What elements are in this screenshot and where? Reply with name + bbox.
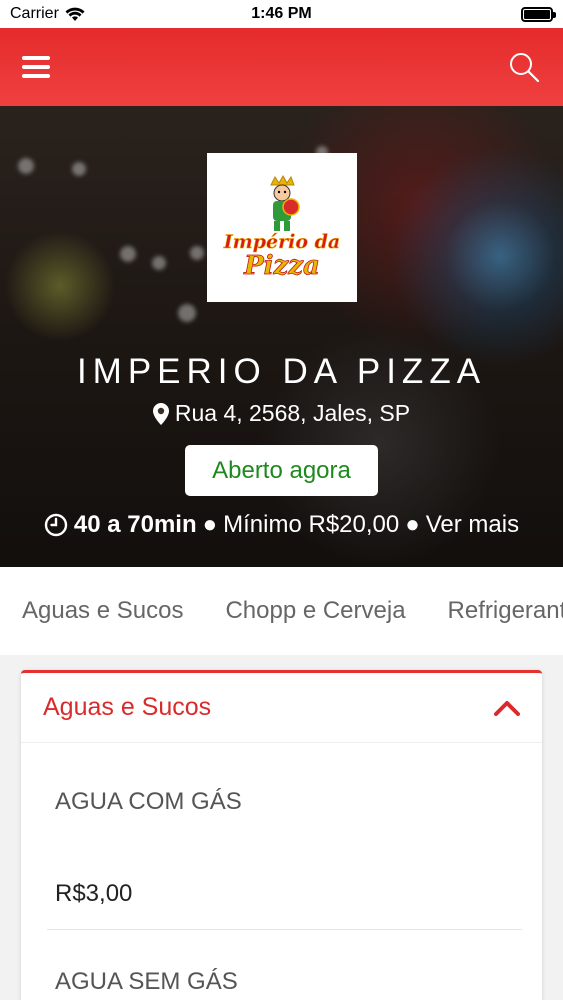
tab-aguas-e-sucos[interactable]: Aguas e Sucos [22, 597, 183, 625]
status-bar: Carrier 1:46 PM [0, 0, 563, 28]
carrier-label: Carrier [10, 5, 59, 22]
location-pin-icon [152, 402, 169, 425]
clock-icon [44, 513, 68, 537]
bullet-separator: ● [202, 511, 218, 538]
item-price: R$3,00 [55, 880, 133, 907]
open-status-badge: Aberto agora [185, 445, 378, 496]
item-name: AGUA SEM GÁS [55, 968, 238, 995]
address-text: Rua 4, 2568, Jales, SP [174, 400, 411, 426]
category-tabs: Aguas e Sucos Chopp e Cerveja Refrigeran… [0, 567, 563, 655]
bullet-separator: ● [405, 511, 420, 538]
app-header [0, 28, 563, 106]
see-more-link[interactable]: Ver mais [426, 511, 519, 539]
wifi-icon [65, 7, 85, 21]
delivery-info: 40 a 70min ● Mínimo R$20,00 ● Ver mais [0, 511, 563, 539]
item-name: AGUA COM GÁS [55, 788, 242, 815]
tab-refrigerantes[interactable]: Refrigerantes [448, 597, 563, 625]
section-header[interactable]: Aguas e Sucos [21, 673, 542, 743]
battery-icon [521, 6, 556, 22]
search-icon[interactable] [507, 50, 541, 84]
mascot-icon [270, 174, 300, 231]
menu-item[interactable]: AGUA SEM GÁS [21, 930, 542, 996]
restaurant-name: IMPERIO DA PIZZA [76, 352, 487, 391]
section-title: Aguas e Sucos [43, 693, 212, 721]
tab-chopp-e-cerveja[interactable]: Chopp e Cerveja [225, 597, 405, 625]
restaurant-logo: Império da Pizza [207, 153, 357, 302]
status-left: Carrier [10, 5, 85, 23]
chevron-up-icon[interactable] [494, 700, 520, 716]
logo-wordmark: Império da Pizza [223, 230, 341, 281]
logo-line-1: Império da [223, 230, 341, 253]
delivery-time: 40 a 70min [73, 511, 197, 538]
hamburger-menu-icon[interactable] [22, 56, 50, 78]
menu-item[interactable]: AGUA COM GÁS R$3,00 [21, 743, 542, 930]
restaurant-address: Rua 4, 2568, Jales, SP [0, 400, 563, 427]
logo-line-2: Pizza [244, 250, 321, 281]
minimum-order: Mínimo R$20,00 [223, 511, 400, 538]
menu-section-card: Aguas e Sucos AGUA COM GÁS R$3,00 AGUA S… [21, 670, 542, 1000]
restaurant-hero: Império da Pizza IMPERIO DA PIZZA Rua 4,… [0, 106, 563, 567]
